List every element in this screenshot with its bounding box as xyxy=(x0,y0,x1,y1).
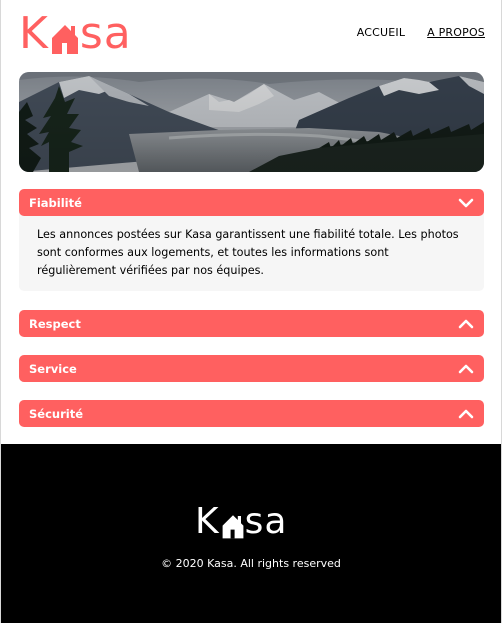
collapse-service: Service xyxy=(19,355,484,382)
collapse-securite: Sécurité xyxy=(19,400,484,427)
chevron-down-icon[interactable] xyxy=(458,197,474,209)
collapse-header-service[interactable]: Service xyxy=(19,355,484,382)
footer: K sa © 2020 Kasa. All rights reserved xyxy=(1,444,501,623)
logo-letter-k: K xyxy=(19,8,49,59)
collapse-title: Respect xyxy=(29,316,81,331)
collapse-content-fiabilite: Les annonces postées sur Kasa garantisse… xyxy=(19,212,484,291)
collapse-title: Service xyxy=(29,361,77,376)
house-icon xyxy=(222,515,244,539)
kasa-logo[interactable]: K sa xyxy=(19,10,132,56)
logo-letter-k: K xyxy=(195,501,220,542)
logo-letters-sa: sa xyxy=(244,501,288,542)
about-banner-image xyxy=(19,72,484,172)
main-nav: ACCUEIL A PROPOS xyxy=(357,26,485,39)
chevron-up-icon[interactable] xyxy=(458,363,474,375)
collapse-header-respect[interactable]: Respect xyxy=(19,310,484,337)
header: K sa ACCUEIL A PROPOS xyxy=(1,0,502,70)
collapse-title: Sécurité xyxy=(29,406,83,421)
collapse-fiabilite: Fiabilité Les annonces postées sur Kasa … xyxy=(19,189,484,291)
collapse-title: Fiabilité xyxy=(29,195,82,210)
logo-letters-sa: sa xyxy=(79,8,132,59)
nav-link-accueil[interactable]: ACCUEIL xyxy=(357,26,405,39)
collapse-text: Les annonces postées sur Kasa garantisse… xyxy=(37,228,459,277)
house-icon xyxy=(51,25,78,54)
nav-link-a-propos[interactable]: A PROPOS xyxy=(427,26,485,39)
copyright-text: © 2020 Kasa. All rights reserved xyxy=(161,557,341,570)
collapse-header-fiabilite[interactable]: Fiabilité xyxy=(19,189,484,216)
chevron-up-icon[interactable] xyxy=(458,318,474,330)
collapse-header-securite[interactable]: Sécurité xyxy=(19,400,484,427)
footer-kasa-logo: K sa xyxy=(195,500,287,540)
collapse-respect: Respect xyxy=(19,310,484,337)
chevron-up-icon[interactable] xyxy=(458,408,474,420)
